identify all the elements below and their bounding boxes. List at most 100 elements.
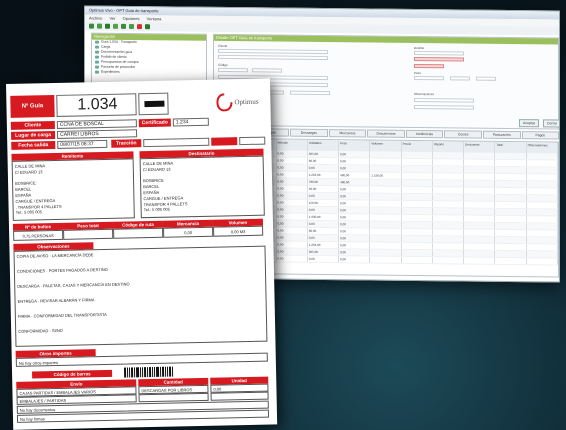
grid-cell bbox=[526, 237, 558, 244]
grid-cell bbox=[495, 208, 527, 216]
weight-field[interactable] bbox=[414, 75, 444, 81]
grid-cell: 0,00 bbox=[307, 192, 340, 200]
grid-cell bbox=[464, 194, 496, 201]
grid-cell bbox=[432, 208, 465, 215]
grid-cell bbox=[401, 256, 433, 264]
barcode-bar bbox=[128, 367, 131, 378]
logo-icon bbox=[216, 93, 233, 112]
units-field[interactable] bbox=[476, 76, 496, 81]
grid-cell bbox=[464, 215, 496, 222]
grid-cell bbox=[464, 173, 496, 180]
grid-cell: 0,00 bbox=[276, 199, 308, 206]
grid-cell: 0,00 bbox=[339, 200, 371, 207]
tab-pagos[interactable]: Pagos bbox=[521, 131, 560, 140]
help-icon[interactable] bbox=[145, 24, 150, 30]
tree-item[interactable]: Expedientes bbox=[92, 70, 206, 76]
grid-column-header[interactable]: Unidades bbox=[307, 139, 340, 152]
grid-cell: 0,00 bbox=[307, 255, 340, 263]
print-icon[interactable] bbox=[113, 23, 118, 29]
code-field-2[interactable] bbox=[252, 68, 282, 73]
grid-cell bbox=[495, 257, 527, 265]
grid-cell bbox=[401, 214, 433, 222]
grid-cell bbox=[432, 243, 465, 250]
grid-cell bbox=[432, 194, 465, 201]
grid-cell: 0,00 bbox=[276, 150, 308, 157]
search-icon[interactable] bbox=[121, 23, 126, 29]
code-field[interactable] bbox=[218, 67, 248, 73]
client-field[interactable] bbox=[218, 48, 328, 55]
barcode-bar bbox=[171, 366, 174, 377]
open-icon[interactable] bbox=[105, 23, 110, 29]
grid-column-header[interactable]: Precio bbox=[401, 140, 433, 153]
required-field-2[interactable] bbox=[414, 63, 444, 69]
grid-column-header[interactable]: Descuento bbox=[464, 141, 496, 153]
time-field[interactable] bbox=[290, 90, 330, 96]
accept-button[interactable]: Aceptar bbox=[519, 119, 540, 128]
tab-costes[interactable]: Costes bbox=[444, 130, 482, 139]
grid-cell: 0,00 bbox=[276, 185, 308, 192]
load-value: CARREI LIBROS bbox=[56, 129, 138, 139]
notes-field-2[interactable] bbox=[414, 104, 474, 110]
barcode-bar bbox=[166, 366, 169, 377]
table-cell bbox=[210, 391, 269, 401]
tab-incidencias[interactable]: Incidencias bbox=[405, 129, 444, 139]
grid-column-header[interactable]: Observaciones bbox=[526, 142, 558, 154]
menu-item-ventana[interactable]: Ventana bbox=[147, 16, 162, 21]
refresh-icon[interactable] bbox=[129, 23, 134, 30]
folder-icon bbox=[95, 45, 99, 49]
notes-field[interactable] bbox=[414, 97, 474, 103]
delete-icon[interactable] bbox=[137, 24, 142, 30]
menu-item-opciones[interactable]: Opciones bbox=[123, 16, 140, 21]
folder-icon bbox=[95, 70, 99, 74]
tab-documentos[interactable]: Documentos bbox=[367, 129, 405, 138]
barcode-bar bbox=[126, 367, 129, 378]
grid-cell bbox=[526, 195, 558, 202]
logo: Optimus bbox=[216, 93, 259, 112]
tab-descargas[interactable]: Descargas bbox=[290, 128, 328, 138]
save-icon[interactable] bbox=[97, 23, 102, 29]
menu-item-ver[interactable]: Ver bbox=[109, 16, 115, 21]
grid-column-header[interactable]: Importe bbox=[432, 141, 465, 153]
grid-column-header[interactable]: Volumen bbox=[370, 140, 402, 152]
grid-cell bbox=[526, 258, 558, 265]
close-button[interactable]: Cerrar bbox=[543, 119, 560, 128]
barcode-bar bbox=[155, 366, 160, 377]
client-name-field[interactable] bbox=[218, 54, 328, 61]
grid-cell bbox=[432, 215, 465, 222]
weight-label: Peso bbox=[414, 70, 421, 76]
number-label: Nº Guía bbox=[10, 94, 55, 118]
barcode-header: Código de barras bbox=[32, 369, 113, 379]
grid-cell bbox=[401, 249, 433, 257]
grid-cell bbox=[526, 153, 558, 160]
grid-cell: 0,00 bbox=[339, 221, 371, 228]
grid-column-header[interactable]: Peso bbox=[339, 140, 371, 152]
grid-cell bbox=[526, 160, 558, 167]
grid-cell bbox=[432, 187, 465, 194]
tab-facturacion[interactable]: Facturación bbox=[482, 130, 521, 140]
barcode-bar bbox=[153, 366, 156, 377]
info-value: 0,00 M3 bbox=[213, 225, 264, 237]
new-icon[interactable] bbox=[89, 23, 94, 29]
grid-cell bbox=[526, 216, 558, 223]
volume-field[interactable] bbox=[450, 76, 470, 81]
grid-cell bbox=[370, 249, 402, 256]
grid-cell bbox=[464, 152, 496, 159]
barcode-bar bbox=[143, 367, 147, 378]
menu-item-archivo[interactable]: Archivo bbox=[89, 16, 102, 21]
grid-column-header[interactable]: Artículo bbox=[276, 139, 308, 151]
destination-field[interactable] bbox=[414, 50, 464, 56]
grid-cell bbox=[495, 180, 527, 188]
grid-cell bbox=[526, 223, 558, 230]
grid-column-header[interactable]: Total bbox=[495, 141, 527, 154]
grid-cell bbox=[464, 180, 496, 187]
grid-cell: 0,00 bbox=[339, 165, 371, 172]
grid-cell: 305,00 bbox=[307, 248, 340, 256]
barcode-bar bbox=[161, 366, 165, 377]
grid-cell bbox=[495, 166, 527, 174]
folder-icon bbox=[95, 60, 99, 64]
grid-cell bbox=[495, 194, 527, 202]
carrier-label: Tracción bbox=[111, 139, 142, 148]
grid-cell: 0,00 bbox=[276, 220, 308, 227]
required-field[interactable] bbox=[414, 56, 464, 62]
tab-mercancia[interactable]: Mercancía bbox=[328, 129, 367, 138]
